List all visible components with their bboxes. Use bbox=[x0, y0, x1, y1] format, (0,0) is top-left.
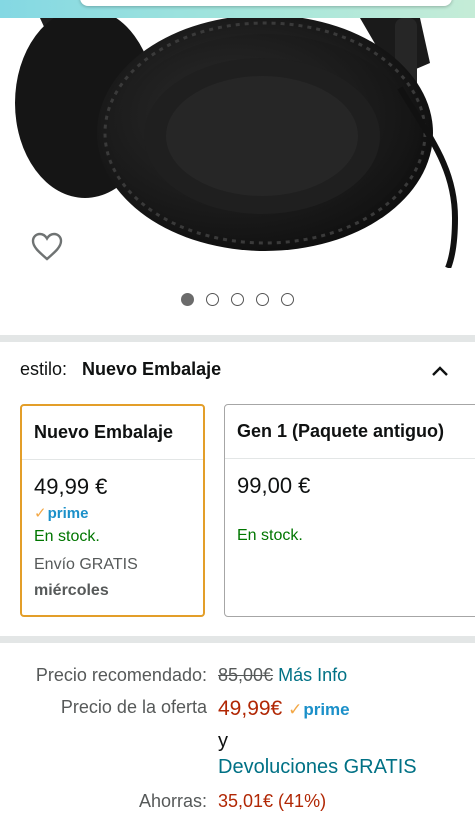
product-image[interactable] bbox=[0, 18, 475, 268]
style-label: estilo: bbox=[20, 359, 68, 379]
prime-check-icon: ✓ bbox=[288, 700, 303, 719]
carousel-dot[interactable] bbox=[281, 293, 294, 306]
wishlist-heart-icon[interactable] bbox=[30, 230, 64, 264]
stock-status: En stock. bbox=[237, 527, 303, 544]
carousel-dot[interactable] bbox=[206, 293, 219, 306]
image-carousel-dots bbox=[0, 293, 475, 309]
savings-value: 35,01€ (41%) bbox=[218, 791, 327, 811]
prime-badge: ✓ prime bbox=[34, 505, 89, 522]
deal-price-row: Precio de la oferta 49,99€ ✓ prime bbox=[0, 696, 475, 726]
list-price-label: Precio recomendado: bbox=[35, 665, 207, 685]
style-selector-toggle[interactable]: estilo: Nuevo Embalaje bbox=[20, 359, 460, 385]
deal-price-label: Precio de la oferta bbox=[60, 697, 207, 717]
shipping-text: Envío GRATIS bbox=[34, 556, 138, 573]
free-returns-link[interactable]: Devoluciones GRATIS bbox=[218, 756, 417, 779]
variant-title: Gen 1 (Paquete antiguo) bbox=[225, 405, 475, 459]
prime-check-icon: ✓ bbox=[34, 505, 47, 522]
delivery-day: miércoles bbox=[34, 582, 109, 599]
product-page: estilo: Nuevo Embalaje Nuevo Embalaje 49… bbox=[0, 0, 475, 815]
prime-badge: ✓ prime bbox=[288, 700, 350, 719]
section-divider bbox=[0, 335, 475, 342]
stock-status: En stock. bbox=[34, 528, 100, 545]
deal-price-value: 49,99€ bbox=[218, 697, 283, 720]
savings-row: Ahorras: 35,01€ (41%) bbox=[0, 791, 475, 815]
list-price-row: Precio recomendado: 85,00€ Más Info bbox=[0, 665, 475, 691]
carousel-dot[interactable] bbox=[181, 293, 194, 306]
variant-price: 49,99 € bbox=[34, 474, 108, 499]
variant-price: 99,00 € bbox=[237, 473, 311, 498]
variant-option-gen-1[interactable]: Gen 1 (Paquete antiguo) 99,00 € En stock… bbox=[224, 404, 475, 617]
conjunction-text: y bbox=[218, 730, 228, 752]
variant-title: Nuevo Embalaje bbox=[22, 406, 203, 460]
style-selected-value: Nuevo Embalaje bbox=[82, 359, 222, 379]
search-bar[interactable] bbox=[80, 0, 452, 6]
list-price-value: 85,00€ bbox=[218, 665, 274, 685]
savings-label: Ahorras: bbox=[138, 791, 207, 811]
chevron-up-icon[interactable] bbox=[430, 361, 450, 381]
more-info-link[interactable]: Más Info bbox=[278, 665, 347, 685]
carousel-dot[interactable] bbox=[256, 293, 269, 306]
variant-option-nuevo-embalaje[interactable]: Nuevo Embalaje 49,99 € ✓ prime En stock.… bbox=[20, 404, 205, 617]
carousel-dot[interactable] bbox=[231, 293, 244, 306]
section-divider bbox=[0, 636, 475, 643]
